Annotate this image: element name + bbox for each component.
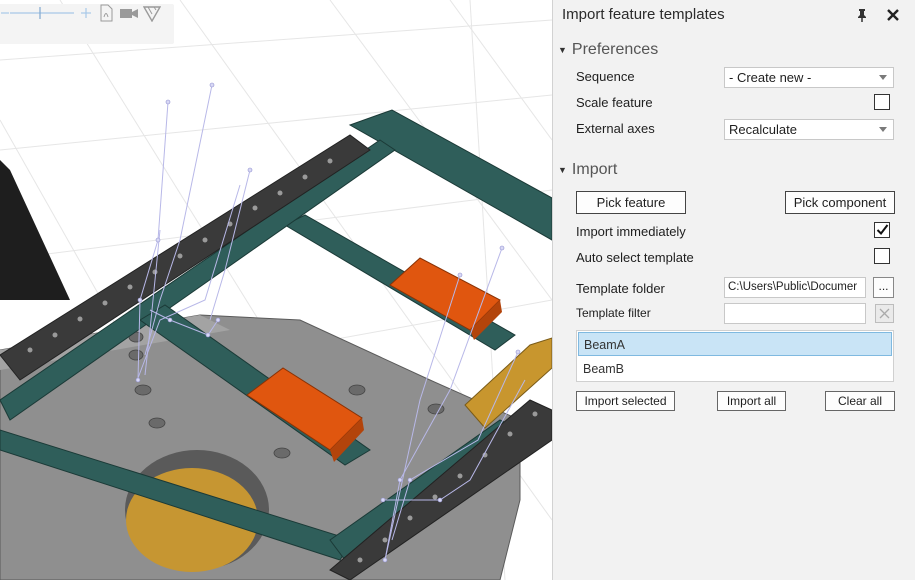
sequence-dropdown[interactable]: - Create new - — [724, 67, 894, 88]
clear-filter-button[interactable] — [875, 304, 894, 323]
viewport-toolbar — [0, 4, 174, 44]
clear-x-icon — [879, 308, 890, 319]
orange-block-upper — [389, 257, 502, 340]
auto-select-template-checkbox[interactable] — [874, 248, 890, 264]
chevron-down-icon — [879, 75, 887, 80]
preferences-section-header[interactable]: ▼ Preferences — [558, 40, 658, 60]
import-section-header[interactable]: ▼ Import — [558, 160, 617, 180]
template-list-item-beama[interactable]: BeamA — [578, 332, 892, 356]
template-filter-input[interactable] — [724, 303, 866, 324]
panel-header: Import feature templates — [553, 0, 915, 30]
chevron-down-icon — [879, 127, 887, 132]
import-immediately-checkbox[interactable] — [874, 222, 890, 238]
scale-feature-label: Scale feature — [576, 95, 653, 110]
sequence-label: Sequence — [576, 69, 635, 84]
pdf-export-icon[interactable] — [98, 4, 114, 22]
external-axes-dropdown[interactable]: Recalculate — [724, 119, 894, 140]
3d-viewport[interactable] — [0, 0, 552, 580]
browse-folder-button[interactable]: ... — [873, 277, 894, 298]
import-all-button[interactable]: Import all — [717, 391, 786, 411]
pick-component-button[interactable]: Pick component — [785, 191, 895, 214]
zoom-slider[interactable] — [10, 4, 74, 22]
template-folder-field[interactable]: C:\Users\Public\Documer — [724, 277, 866, 298]
template-filter-label: Template filter — [576, 306, 651, 320]
scale-feature-checkbox[interactable] — [874, 94, 890, 110]
sequence-dropdown-value: - Create new - — [729, 70, 812, 85]
template-list[interactable]: BeamA BeamB — [576, 330, 894, 382]
import-immediately-label: Import immediately — [576, 224, 686, 239]
import-feature-templates-panel: Import feature templates ▼ Preferences S… — [552, 0, 915, 580]
external-axes-dropdown-value: Recalculate — [729, 122, 797, 137]
import-selected-button[interactable]: Import selected — [576, 391, 675, 411]
measure-icon[interactable] — [143, 4, 161, 22]
template-list-item-beamb[interactable]: BeamB — [578, 357, 892, 381]
pick-feature-button[interactable]: Pick feature — [576, 191, 686, 214]
pin-icon[interactable] — [854, 7, 870, 23]
checkmark-icon — [876, 224, 889, 236]
app-window: Import feature templates ▼ Preferences S… — [0, 0, 915, 580]
zoom-in-icon[interactable] — [80, 4, 92, 22]
collapse-triangle-icon[interactable]: ▼ — [558, 165, 567, 175]
preferences-header-label: Preferences — [571, 41, 659, 58]
zoom-out-icon[interactable] — [0, 4, 10, 22]
video-record-icon[interactable] — [119, 4, 139, 22]
template-folder-label: Template folder — [576, 281, 665, 296]
clear-all-button[interactable]: Clear all — [825, 391, 895, 411]
external-axes-label: External axes — [576, 121, 655, 136]
import-header-label: Import — [571, 161, 618, 178]
collapse-triangle-icon[interactable]: ▼ — [558, 45, 567, 55]
panel-title: Import feature templates — [562, 6, 725, 23]
3d-scene[interactable] — [0, 0, 552, 580]
auto-select-template-label: Auto select template — [576, 250, 694, 265]
close-icon[interactable] — [885, 7, 901, 23]
